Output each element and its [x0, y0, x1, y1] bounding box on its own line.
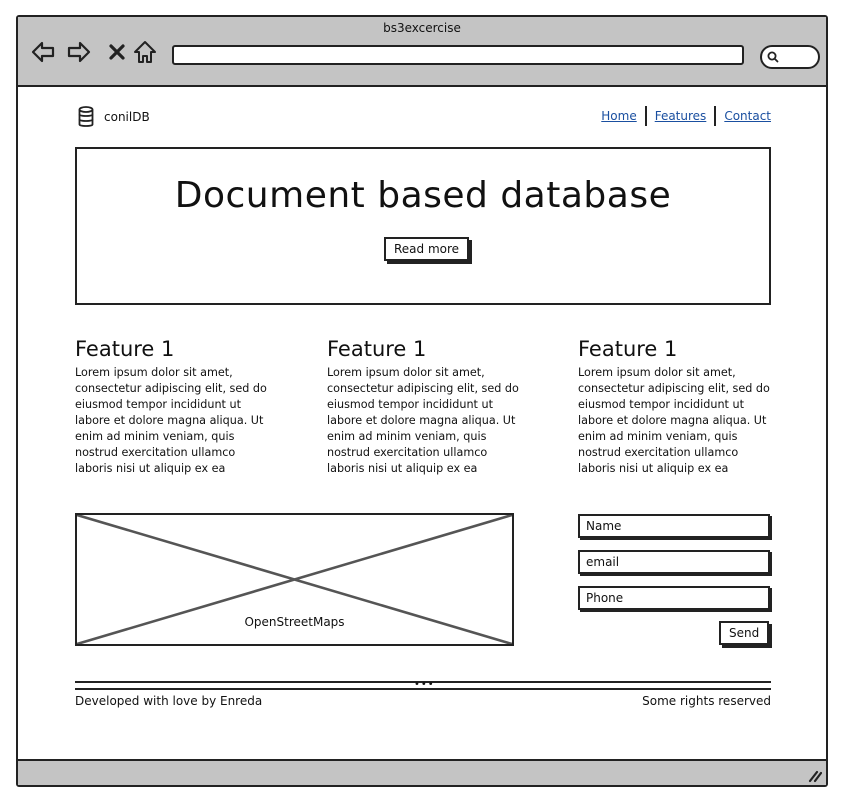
back-button[interactable]: [30, 39, 56, 65]
name-field[interactable]: Name: [578, 514, 770, 538]
browser-toolbar: bs3excercise: [18, 17, 826, 87]
home-icon: [134, 41, 156, 63]
search-button[interactable]: [760, 45, 820, 69]
read-more-button[interactable]: Read more: [384, 237, 470, 261]
arrow-right-icon: [67, 41, 91, 63]
nav-link-features[interactable]: Features: [655, 109, 707, 123]
feature-title: Feature 1: [327, 337, 427, 361]
feature-text: Lorem ipsum dolor sit amet, consectetur …: [578, 366, 770, 475]
hero-title: Document based database: [174, 175, 672, 216]
search-icon: [767, 51, 779, 63]
brand-name: conilDB: [104, 110, 150, 124]
close-icon: [109, 44, 125, 60]
address-bar[interactable]: [172, 45, 744, 65]
forward-button[interactable]: [66, 39, 92, 65]
feature-title: Feature 1: [75, 337, 175, 361]
footer-credit: Developed with love by Enreda: [75, 694, 263, 708]
database-icon: [78, 106, 94, 127]
stop-button[interactable]: [104, 39, 130, 65]
feature-column: Feature 1 Lorem ipsum dolor sit amet, co…: [327, 337, 523, 477]
feature-text: Lorem ipsum dolor sit amet, consectetur …: [75, 366, 267, 475]
phone-field[interactable]: Phone: [578, 586, 770, 610]
resize-grip-icon[interactable]: [806, 767, 822, 783]
hero-jumbotron: Document based database Read more: [75, 147, 771, 305]
nav-link-home[interactable]: Home: [601, 109, 636, 123]
feature-column: Feature 1 Lorem ipsum dolor sit amet, co…: [75, 337, 271, 477]
email-field[interactable]: email: [578, 550, 770, 574]
send-button[interactable]: Send: [719, 621, 770, 645]
footer-rights: Some rights reserved: [642, 694, 771, 708]
home-button[interactable]: [132, 39, 158, 65]
map-placeholder[interactable]: OpenStreetMaps: [75, 513, 514, 646]
feature-text: Lorem ipsum dolor sit amet, consectetur …: [327, 366, 519, 475]
feature-title: Feature 1: [578, 337, 678, 361]
arrow-left-icon: [31, 41, 55, 63]
nav-link-contact[interactable]: Contact: [724, 109, 771, 123]
status-bar: [18, 759, 826, 785]
nav-separator: [644, 106, 647, 126]
map-label: OpenStreetMaps: [244, 615, 345, 629]
footer-divider: [75, 688, 771, 690]
top-nav: Home Features Contact: [601, 106, 771, 126]
feature-column: Feature 1 Lorem ipsum dolor sit amet, co…: [578, 337, 774, 477]
window-title: bs3excercise: [383, 21, 461, 35]
brand[interactable]: conilDB: [78, 106, 150, 128]
nav-separator: [714, 106, 717, 126]
